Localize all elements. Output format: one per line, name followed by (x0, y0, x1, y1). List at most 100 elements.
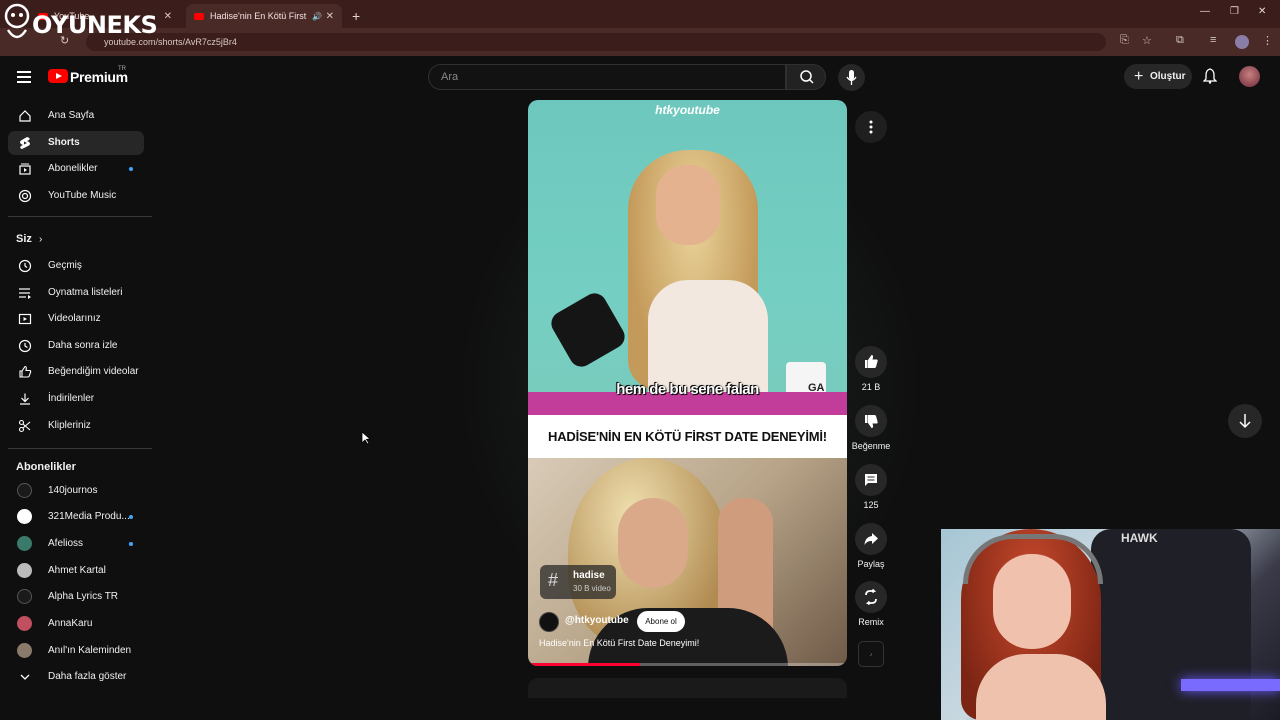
install-icon[interactable]: ⎘ (1120, 34, 1129, 47)
like-count: 21 B (861, 382, 881, 392)
sound-thumbnail[interactable]: ♪ (858, 641, 884, 667)
playlist-icon (19, 288, 31, 299)
subscription-item[interactable]: Anıl'ın Kaleminden (8, 639, 144, 663)
like-button[interactable] (855, 346, 887, 378)
subscription-item[interactable]: Ahmet Kartal (8, 559, 144, 583)
music-icon (18, 189, 32, 203)
subscription-item[interactable]: 321Media Produ... (8, 505, 144, 529)
dislike-label: Beğenme (851, 441, 891, 451)
extensions-icon[interactable]: ⧉ (1176, 34, 1184, 47)
gaming-chair: HAWK (1091, 529, 1251, 720)
led-light (1181, 679, 1280, 691)
sidebar-item-subscriptions[interactable]: Abonelikler (8, 157, 144, 181)
new-content-dot (129, 167, 133, 171)
sidebar-item-label: Geçmiş (48, 260, 82, 271)
sidebar-item-label: Ahmet Kartal (48, 565, 106, 576)
mascot-icon (4, 3, 30, 39)
plus-icon: + (1134, 68, 1144, 85)
channel-avatar (17, 509, 32, 524)
voice-search-button[interactable] (838, 64, 865, 91)
sidebar-item-liked-videos[interactable]: Beğendiğim videolar (8, 360, 144, 384)
restore-icon[interactable]: ❐ (1230, 6, 1239, 17)
sidebar-item-downloads[interactable]: İndirilenler (8, 387, 144, 411)
url-field[interactable]: youtube.com/shorts/AvR7cz5jBr4 (86, 33, 1106, 51)
channel-avatar (17, 616, 32, 631)
comments-button[interactable] (855, 464, 887, 496)
sidebar-item-clips[interactable]: Klipleriniz (8, 414, 144, 438)
sidebar-item-label: Daha sonra izle (48, 340, 118, 351)
subscriptions-section-header: Abonelikler (16, 461, 76, 473)
channel-avatar[interactable] (539, 612, 559, 632)
subscription-item[interactable]: Alpha Lyrics TR (8, 585, 144, 609)
video-progress-bar[interactable] (528, 663, 847, 666)
next-video-button[interactable] (1228, 404, 1262, 438)
share-label: Paylaş (857, 559, 885, 569)
more-options-button[interactable] (855, 111, 887, 143)
chair-text: HAWK (1121, 531, 1158, 545)
channel-avatar (17, 536, 32, 551)
you-section-header[interactable]: Siz › (16, 233, 42, 245)
bookmark-star-icon[interactable]: ☆ (1142, 34, 1152, 47)
watch-later-icon (18, 339, 32, 353)
minimize-icon[interactable]: — (1200, 6, 1210, 17)
channel-avatar (17, 563, 32, 578)
window-close-icon[interactable]: ✕ (1258, 6, 1266, 17)
more-vert-icon (869, 120, 873, 134)
video-frame-bottom (528, 458, 847, 666)
watermark-text: OYUNEKS (32, 11, 158, 39)
browser-menu-icon[interactable]: ⋮ (1262, 34, 1273, 47)
podcast-microphone (547, 289, 629, 371)
create-button[interactable]: + Oluştur (1124, 64, 1192, 89)
channel-name[interactable]: @htkyoutube (565, 615, 629, 626)
arrow-down-icon (1239, 414, 1251, 429)
sidebar-item-history[interactable]: Geçmiş (8, 254, 144, 278)
hashtag-count: 30 B video (573, 584, 611, 593)
remix-icon (865, 588, 877, 606)
sidebar-divider (8, 216, 152, 217)
short-video-player[interactable]: GA htkyoutube hem de bu sene falan HADİS… (528, 100, 847, 666)
channel-avatar (17, 483, 32, 498)
hashtag-chip[interactable]: # hadise 30 B video (540, 565, 616, 599)
profile-icon[interactable] (1235, 35, 1249, 49)
sidebar-item-your-videos[interactable]: Videolarınız (8, 307, 144, 331)
video-frame-top: GA htkyoutube hem de bu sene falan (528, 100, 847, 416)
remix-button[interactable] (855, 581, 887, 613)
new-tab-button[interactable]: + (344, 4, 368, 28)
progress-fill (528, 663, 640, 666)
dislike-button[interactable] (855, 405, 887, 437)
your-videos-icon (18, 313, 32, 325)
subscription-item[interactable]: 140journos (8, 479, 144, 503)
media-control-icon[interactable]: ≡ (1210, 34, 1216, 46)
sidebar-item-youtube-music[interactable]: YouTube Music (8, 184, 144, 208)
sidebar-item-watch-later[interactable]: Daha sonra izle (8, 334, 144, 358)
close-icon[interactable]: ✕ (326, 11, 334, 22)
sidebar-item-playlists[interactable]: Oynatma listeleri (8, 281, 144, 305)
share-button[interactable] (855, 523, 887, 555)
sidebar-item-label: Ana Sayfa (48, 110, 95, 121)
search-button[interactable] (786, 64, 826, 90)
sidebar-item-label: AnnaKaru (48, 618, 93, 629)
close-icon[interactable]: ✕ (164, 11, 172, 22)
sidebar-item-home[interactable]: Ana Sayfa (8, 104, 144, 128)
subscription-item[interactable]: Afelioss (8, 532, 144, 556)
history-icon (18, 259, 32, 273)
subscribe-button[interactable]: Abone ol (637, 611, 685, 632)
chevron-right-icon: › (38, 234, 43, 245)
notifications-bell-icon[interactable] (1202, 68, 1218, 89)
youtube-logo-icon[interactable] (48, 69, 68, 83)
sidebar-item-label: Shorts (48, 137, 80, 148)
sidebar-item-shorts[interactable]: Shorts (8, 131, 144, 155)
subscription-item[interactable]: AnnaKaru (8, 612, 144, 636)
account-avatar[interactable] (1239, 66, 1260, 87)
speaker-icon[interactable]: 🔊 (312, 12, 322, 21)
search-placeholder: Ara (441, 71, 459, 83)
channel-avatar (17, 643, 32, 658)
remix-label: Remix (858, 617, 884, 627)
sidebar-item-label: Oynatma listeleri (48, 287, 123, 298)
menu-icon[interactable] (17, 71, 31, 86)
next-short-preview[interactable] (528, 678, 847, 698)
tab-hadise-short[interactable]: Hadise'nin En Kötü First Da 🔊 ✕ (186, 4, 342, 28)
search-input[interactable]: Ara (428, 64, 786, 90)
video-title[interactable]: Hadise'nin En Kötü First Date Deneyimi! (539, 638, 699, 648)
show-more-button[interactable]: Daha fazla göster (8, 665, 144, 689)
